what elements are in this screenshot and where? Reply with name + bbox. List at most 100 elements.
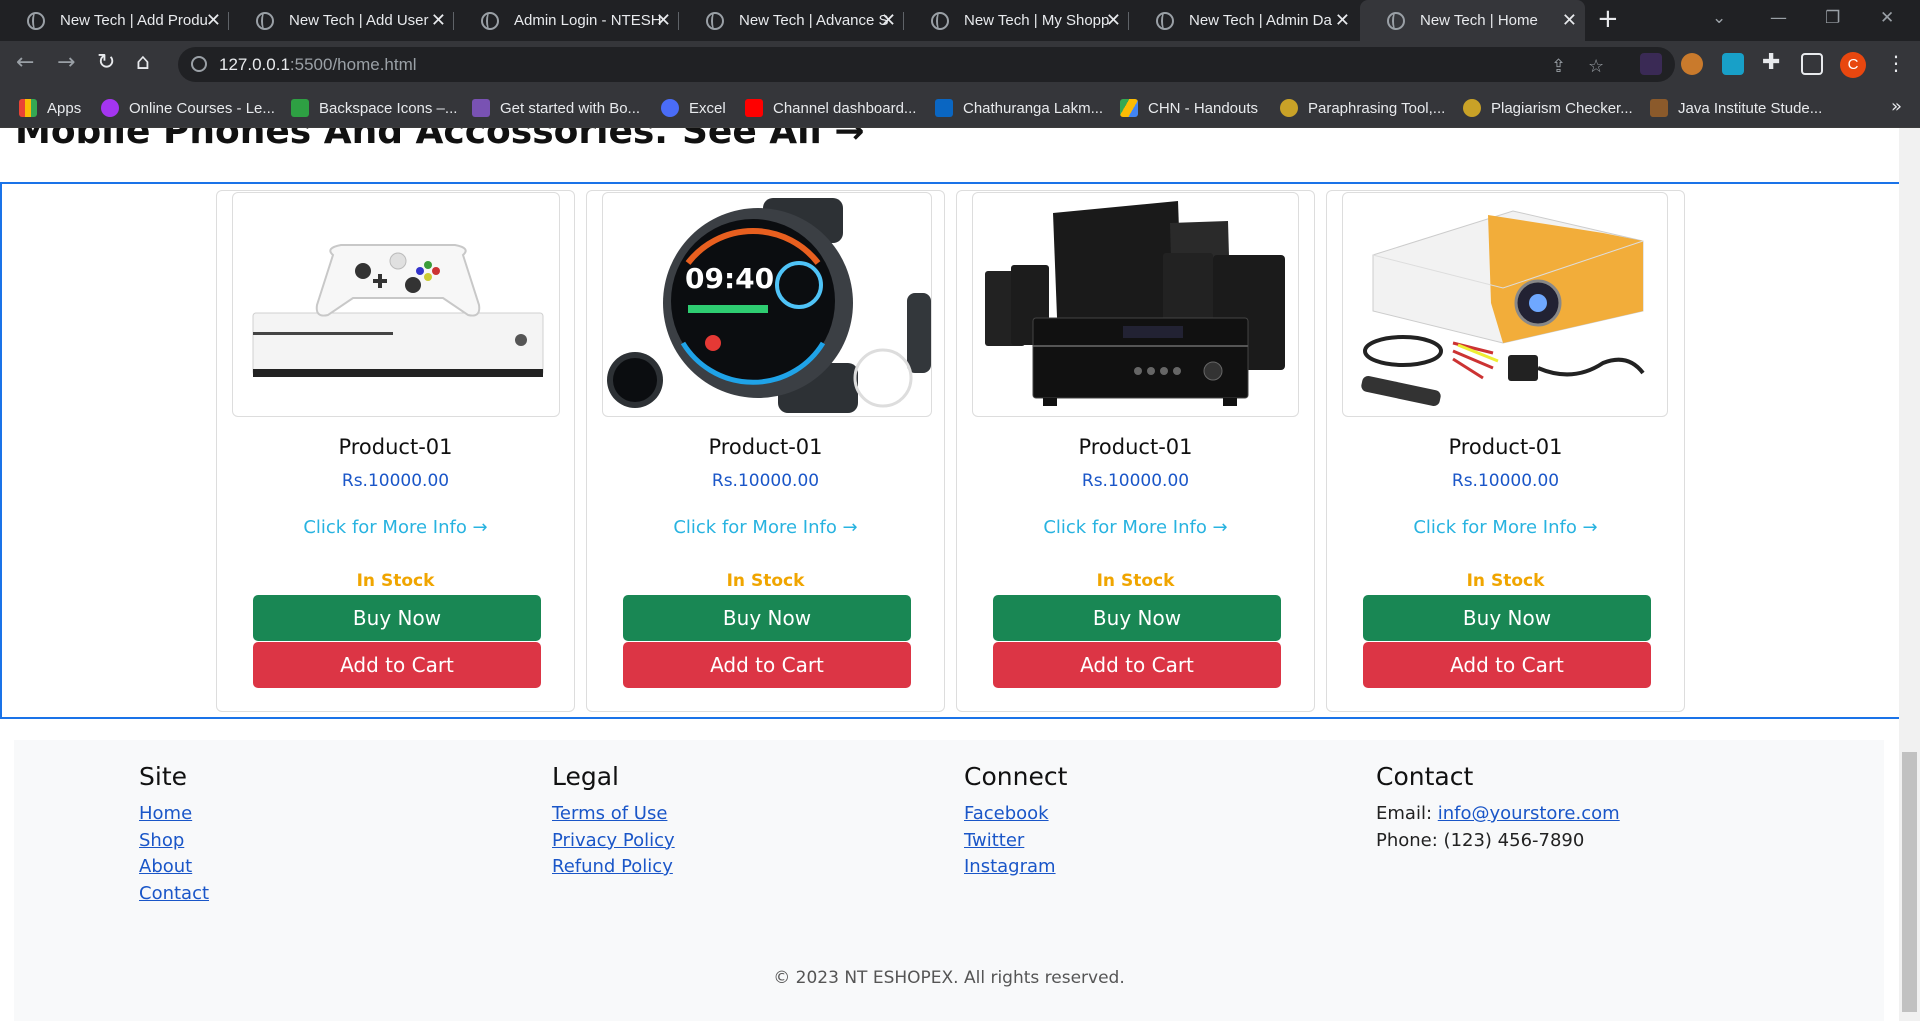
info-icon[interactable] (191, 56, 207, 72)
more-info-link[interactable]: Click for More Info → (587, 517, 944, 538)
linkedin-icon (935, 99, 953, 117)
share-icon[interactable]: ⇪ (1551, 56, 1566, 77)
bookmark-item[interactable]: Excel (661, 88, 726, 128)
minimize-button[interactable]: — (1770, 8, 1787, 28)
bookmark-label: Backspace Icons –... (319, 99, 458, 117)
globe-icon (27, 11, 45, 30)
magnifier-icon (1463, 99, 1481, 117)
product-image[interactable] (972, 192, 1299, 417)
footer-link-instagram[interactable]: Instagram (964, 854, 1067, 881)
avatar[interactable]: C (1840, 52, 1866, 78)
scrollbar[interactable] (1899, 128, 1920, 1021)
more-info-link[interactable]: Click for More Info → (217, 517, 574, 538)
bookmark-item[interactable]: Channel dashboard... (745, 88, 916, 128)
bookmark-item[interactable]: Online Courses - Le... (101, 88, 275, 128)
bookmark-label: CHN - Handouts (1148, 99, 1259, 117)
product-image[interactable]: 09:40 (602, 192, 932, 417)
address-bar[interactable]: 127.0.0.1:5500/home.html ⇪ ☆ (178, 47, 1675, 82)
close-icon[interactable]: ✕ (1335, 10, 1350, 31)
projector-icon (1361, 210, 1645, 407)
close-icon[interactable]: ✕ (881, 10, 896, 31)
menu-icon[interactable]: ⋮ (1886, 51, 1906, 75)
browser-tab[interactable]: New Tech | Add User ✕ (229, 0, 454, 41)
footer-link-about[interactable]: About (139, 854, 209, 881)
buy-now-button[interactable]: Buy Now (253, 595, 541, 641)
close-icon[interactable]: ✕ (1562, 10, 1577, 31)
product-name: Product-01 (338, 435, 453, 459)
contact-email: Email: info@yourstore.com (1376, 801, 1620, 828)
restore-button[interactable]: ❐ (1825, 8, 1840, 28)
product-card: Product-01 Rs.10000.00 Click for More In… (956, 190, 1315, 712)
buy-now-button[interactable]: Buy Now (623, 595, 911, 641)
side-panel-icon[interactable] (1801, 53, 1823, 75)
back-icon[interactable]: ← (16, 50, 34, 75)
email-label: Email: (1376, 803, 1433, 824)
forward-icon[interactable]: → (57, 50, 75, 75)
bookmark-item[interactable]: Java Institute Stude... (1650, 88, 1822, 128)
bookmark-item[interactable]: Plagiarism Checker... (1463, 88, 1633, 128)
new-tab-button[interactable]: + (1597, 4, 1619, 34)
bookmark-label: Java Institute Stude... (1678, 99, 1823, 117)
more-info-link[interactable]: Click for More Info → (957, 517, 1314, 538)
product-card: Product-01 Rs.10000.00 Click for More In… (216, 190, 575, 712)
footer-link-home[interactable]: Home (139, 801, 209, 828)
close-icon[interactable]: ✕ (431, 10, 446, 31)
product-name: Product-01 (1448, 435, 1563, 459)
product-price: Rs.10000.00 (341, 471, 450, 491)
footer-link-facebook[interactable]: Facebook (964, 801, 1067, 828)
browser-tab[interactable]: Admin Login - NTESH ✕ (454, 0, 679, 41)
close-icon[interactable]: ✕ (206, 10, 221, 31)
star-icon[interactable]: ☆ (1588, 56, 1604, 77)
bookmark-item[interactable]: Backspace Icons –... (291, 88, 457, 128)
cookie-extension-icon[interactable] (1681, 53, 1703, 75)
bookmark-apps[interactable]: Apps (19, 88, 81, 128)
home-icon[interactable]: ⌂ (136, 50, 150, 75)
tab-search-icon[interactable]: ⌄ (1712, 8, 1726, 28)
more-info-link[interactable]: Click for More Info → (1327, 517, 1684, 538)
browser-tab[interactable]: New Tech | Add Produ ✕ (0, 0, 229, 41)
add-to-cart-button[interactable]: Add to Cart (253, 642, 541, 688)
buy-now-button[interactable]: Buy Now (993, 595, 1281, 641)
close-icon[interactable]: ✕ (1106, 10, 1121, 31)
browser-tab[interactable]: New Tech | Admin Da ✕ (1129, 0, 1358, 41)
browser-tab[interactable]: New Tech | My Shopp ✕ (904, 0, 1129, 41)
footer-link-refund[interactable]: Refund Policy (552, 854, 675, 881)
bookmark-item[interactable]: Chathuranga Lakm... (935, 88, 1103, 128)
footer-link-privacy[interactable]: Privacy Policy (552, 828, 675, 855)
product-name: Product-01 (1078, 435, 1193, 459)
close-icon[interactable]: ✕ (656, 10, 671, 31)
close-window-button[interactable]: ✕ (1880, 8, 1894, 28)
add-to-cart-button[interactable]: Add to Cart (623, 642, 911, 688)
bookmark-item[interactable]: Get started with Bo... (472, 88, 640, 128)
tab-title: New Tech | Add Produ (60, 12, 208, 29)
footer-link-terms[interactable]: Terms of Use (552, 801, 675, 828)
globe-icon (481, 11, 499, 30)
add-to-cart-button[interactable]: Add to Cart (993, 642, 1281, 688)
more-bookmarks-icon[interactable]: » (1891, 96, 1902, 117)
bookmark-item[interactable]: CHN - Handouts (1120, 88, 1258, 128)
reload-icon[interactable]: ↻ (97, 50, 115, 75)
buy-now-button[interactable]: Buy Now (1363, 595, 1651, 641)
add-to-cart-button[interactable]: Add to Cart (1363, 642, 1651, 688)
product-image[interactable] (232, 192, 560, 417)
product-image[interactable] (1342, 192, 1668, 417)
see-all-link[interactable]: See All → (682, 128, 865, 152)
bookmark-item[interactable]: Paraphrasing Tool,... (1280, 88, 1445, 128)
url-text: 127.0.0.1:5500/home.html (219, 55, 417, 75)
browser-tab-active[interactable]: New Tech | Home ✕ (1360, 0, 1585, 41)
footer-link-shop[interactable]: Shop (139, 828, 209, 855)
footer-link-contact[interactable]: Contact (139, 881, 209, 908)
puzzle-icon[interactable]: ✚ (1762, 50, 1780, 75)
bookmark-label: Plagiarism Checker... (1491, 99, 1633, 117)
extension-icon[interactable] (1640, 53, 1662, 75)
scrollbar-thumb[interactable] (1902, 752, 1917, 1012)
bookmark-label: Online Courses - Le... (129, 99, 275, 117)
extension-icon[interactable] (1722, 53, 1744, 75)
footer-heading: Site (139, 762, 187, 791)
tab-title: New Tech | Advance S (739, 12, 889, 29)
email-link[interactable]: info@yourstore.com (1438, 803, 1620, 824)
udemy-icon (101, 99, 119, 117)
browser-tab[interactable]: New Tech | Advance S ✕ (679, 0, 904, 41)
browser-toolbar: ← → ↻ ⌂ 127.0.0.1:5500/home.html ⇪ ☆ ✚ C… (0, 41, 1920, 88)
footer-link-twitter[interactable]: Twitter (964, 828, 1067, 855)
